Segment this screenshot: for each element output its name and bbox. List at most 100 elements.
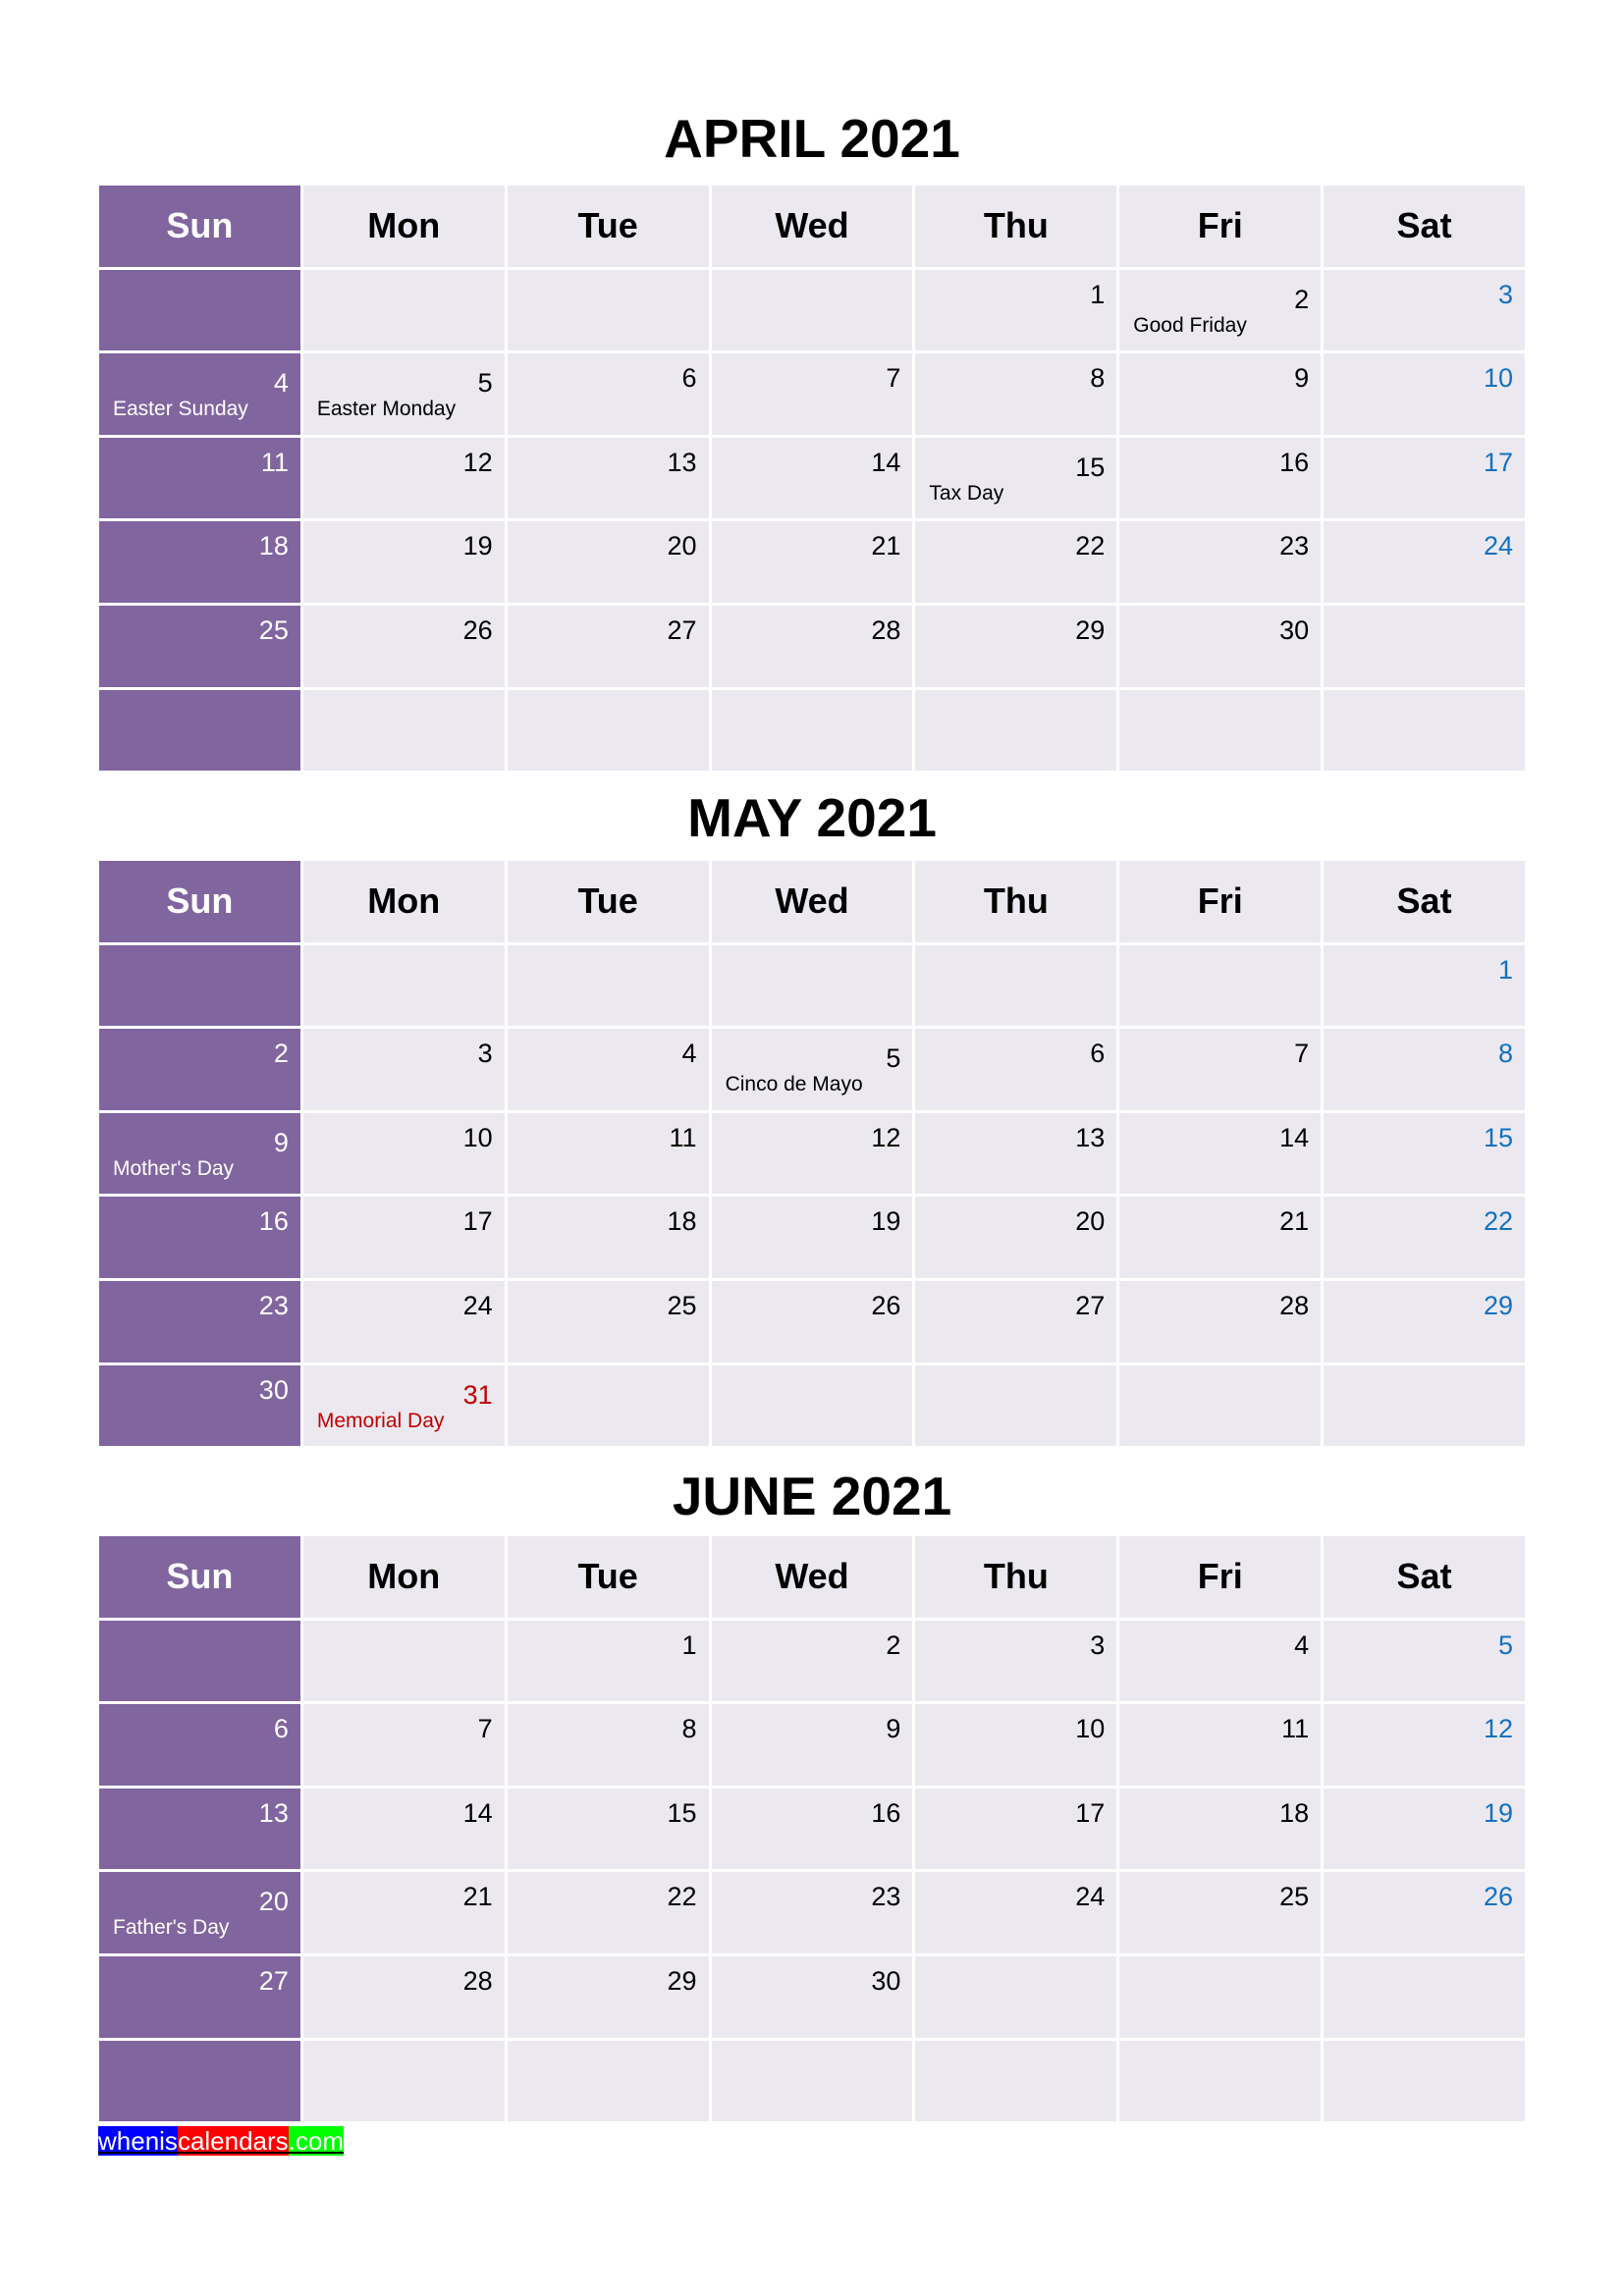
empty-day-cell xyxy=(915,2040,1117,2122)
empty-day-cell xyxy=(1324,605,1525,687)
empty-day-cell xyxy=(99,1620,300,1702)
day-cell: 14 xyxy=(711,437,913,519)
day-number: 3 xyxy=(1497,279,1513,309)
day-number: 24 xyxy=(1075,1882,1106,1912)
day-number: 14 xyxy=(462,1797,493,1828)
day-number: 5 xyxy=(477,368,493,399)
day-number: 27 xyxy=(258,1965,289,1996)
day-cell: 13 xyxy=(99,1788,300,1870)
day-number: 24 xyxy=(1483,531,1513,561)
day-number: 9 xyxy=(273,1127,289,1157)
day-cell: 13 xyxy=(507,437,709,519)
day-cell: 15 xyxy=(507,1788,709,1870)
weekday-header-fri: Fri xyxy=(1119,861,1322,942)
day-number: 9 xyxy=(886,1714,901,1744)
day-number: 23 xyxy=(871,1882,901,1912)
day-number: 5 xyxy=(886,1043,901,1074)
day-cell: 4 xyxy=(1119,1620,1322,1702)
holiday-label: Easter Monday xyxy=(316,398,457,421)
day-number: 4 xyxy=(1294,1629,1310,1660)
day-cell: 25 xyxy=(507,1280,709,1362)
day-cell: 26 xyxy=(1324,1872,1525,1953)
day-cell: 24 xyxy=(915,1872,1117,1953)
day-cell: 19 xyxy=(302,521,505,603)
day-number: 29 xyxy=(1075,614,1106,645)
day-number: 28 xyxy=(871,614,901,645)
day-cell: 25 xyxy=(1119,1872,1322,1953)
day-number: 13 xyxy=(667,447,697,477)
day-number: 26 xyxy=(462,614,493,645)
day-cell: 2 xyxy=(711,1620,913,1702)
calendar-grid: Sun Mon Tue Wed Thu Fri Sat 1 2 3 4 5 6 7 8 9 10 11 12 13 14… xyxy=(99,1536,1525,2122)
day-number: 24 xyxy=(462,1290,493,1320)
day-cell: 21 xyxy=(1119,1197,1322,1278)
day-cell: 20 xyxy=(915,1197,1117,1278)
day-cell: 9 Mother's Day xyxy=(99,1112,300,1195)
day-cell: 11 xyxy=(1119,1704,1322,1786)
day-number: 3 xyxy=(1090,1629,1106,1660)
day-number: 7 xyxy=(477,1714,493,1744)
empty-day-cell xyxy=(1324,1364,1525,1447)
day-cell: 20 Father's Day xyxy=(99,1872,300,1953)
day-cell: 10 xyxy=(915,1704,1117,1786)
weekday-header-mon: Mon xyxy=(302,861,505,942)
weekday-header-sat: Sat xyxy=(1324,186,1525,267)
day-cell: 8 xyxy=(915,353,1117,435)
day-number: 20 xyxy=(1075,1206,1106,1237)
day-cell: 30 xyxy=(99,1364,300,1447)
day-number: 18 xyxy=(1279,1797,1310,1828)
empty-day-cell xyxy=(507,689,709,772)
empty-day-cell xyxy=(302,269,505,351)
day-cell: 5 xyxy=(1324,1620,1525,1702)
weekday-header-sun: Sun xyxy=(99,861,300,942)
empty-day-cell xyxy=(711,2040,913,2122)
day-number: 21 xyxy=(1279,1206,1310,1237)
day-number: 15 xyxy=(667,1797,697,1828)
empty-day-cell xyxy=(711,689,913,772)
day-cell: 29 xyxy=(1324,1280,1525,1362)
calendar-grid: Sun Mon Tue Wed Thu Fri Sat 1 2 3 4 5 Cinco de Mayo 6… xyxy=(99,861,1525,1447)
empty-day-cell xyxy=(1324,2040,1525,2122)
day-number: 28 xyxy=(1279,1290,1310,1320)
day-cell: 7 xyxy=(1119,1029,1322,1110)
day-number: 14 xyxy=(1279,1122,1310,1152)
day-cell: 28 xyxy=(302,1955,505,2038)
empty-day-cell xyxy=(1119,689,1322,772)
holiday-label: Memorial Day xyxy=(316,1409,445,1432)
day-number: 19 xyxy=(871,1206,901,1237)
day-cell: 16 xyxy=(99,1197,300,1278)
day-cell: 23 xyxy=(99,1280,300,1362)
day-cell: 27 xyxy=(507,605,709,687)
day-cell: 13 xyxy=(915,1112,1117,1195)
day-number: 13 xyxy=(258,1797,289,1828)
day-number: 28 xyxy=(462,1965,493,1996)
day-cell: 1 xyxy=(507,1620,709,1702)
holiday-label: Father's Day xyxy=(113,1916,230,1940)
day-number: 11 xyxy=(260,447,289,477)
day-number: 3 xyxy=(477,1039,493,1069)
day-cell: 6 xyxy=(99,1704,300,1786)
empty-day-cell xyxy=(711,269,913,351)
day-cell: 2 xyxy=(99,1029,300,1110)
empty-day-cell xyxy=(711,1364,913,1447)
weekday-header-mon: Mon xyxy=(302,186,505,267)
site-link[interactable]: whenis calendars .com xyxy=(98,2126,345,2156)
day-cell: 22 xyxy=(507,1872,709,1953)
day-cell: 17 xyxy=(915,1788,1117,1870)
empty-day-cell xyxy=(1119,2040,1322,2122)
day-cell: 28 xyxy=(1119,1280,1322,1362)
day-cell: 19 xyxy=(711,1197,913,1278)
day-number: 10 xyxy=(462,1122,493,1152)
day-number: 21 xyxy=(871,531,901,561)
day-cell: 3 xyxy=(915,1620,1117,1702)
day-cell: 4 Easter Sunday xyxy=(99,353,300,435)
weekday-header-mon: Mon xyxy=(302,1536,505,1618)
empty-day-cell xyxy=(507,944,709,1027)
day-number: 21 xyxy=(462,1882,493,1912)
day-cell: 18 xyxy=(99,521,300,603)
day-cell: 12 xyxy=(1324,1704,1525,1786)
day-number: 12 xyxy=(871,1122,901,1152)
day-number: 11 xyxy=(1281,1714,1310,1744)
empty-day-cell xyxy=(99,689,300,772)
day-number: 23 xyxy=(258,1290,289,1320)
